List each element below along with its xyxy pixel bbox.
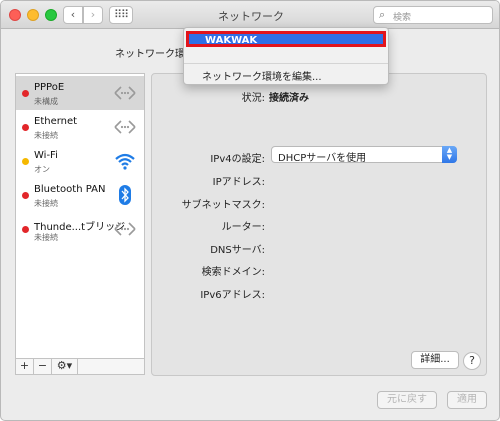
revert-button[interactable]: 元に戻す (377, 391, 437, 409)
service-status: 未接続 (34, 131, 58, 140)
ipv4-config-value: DHCPサーバを使用 (278, 153, 367, 164)
location-menu-item-wakwak[interactable]: WAKWAK (186, 31, 386, 47)
service-list[interactable]: PPPoE 未構成 Ethernet 未接続 Wi-Fi オン Bluetoot… (15, 73, 145, 359)
remove-service-button[interactable]: − (34, 359, 52, 374)
edit-locations-menu-item[interactable]: ネットワーク環境を編集... (202, 68, 322, 83)
ethernet-arrows-icon (114, 222, 136, 236)
ip-address-label: IPアドレス: (212, 177, 265, 188)
advanced-button[interactable]: 詳細... (411, 351, 459, 369)
service-status: 未接続 (34, 233, 58, 242)
dns-server-label: DNSサーバ: (210, 245, 265, 256)
menu-separator (184, 63, 388, 64)
service-name: Bluetooth PAN (34, 184, 106, 195)
search-icon: ⌕ (379, 8, 386, 21)
status-dot-red (22, 192, 29, 199)
search-placeholder: 検索 (393, 13, 412, 23)
search-field[interactable]: ⌕ 検索 (373, 6, 493, 24)
menu-item-label: WAKWAK (205, 35, 258, 46)
add-service-button[interactable]: + (16, 359, 34, 374)
subnet-mask-label: サブネットマスク: (181, 200, 265, 211)
service-item-bluetooth-pan[interactable]: Bluetooth PAN 未接続 (16, 178, 144, 212)
search-domain-label: 検索ドメイン: (201, 267, 265, 278)
ethernet-arrows-icon (114, 120, 136, 134)
service-item-pppoe[interactable]: PPPoE 未構成 (16, 76, 144, 110)
service-name: PPPoE (34, 82, 65, 93)
status-dot-red (22, 226, 29, 233)
ipv4-config-popup[interactable]: DHCPサーバを使用 ▲ ▼ (271, 146, 457, 164)
status-label: 状況: (241, 93, 265, 104)
service-list-toolbar: + − ⚙▾ (15, 358, 145, 375)
status-value: 接続済み (269, 93, 309, 104)
wifi-icon (115, 153, 135, 170)
help-button[interactable]: ? (463, 352, 481, 370)
network-preferences-window: ‹ › ⠿⠿ ネットワーク ⌕ 検索 ネットワーク環境 ✓ 自動 PPPoE 未… (0, 0, 500, 421)
location-dropdown-menu: WAKWAK ネットワーク環境を編集... (183, 27, 389, 85)
service-name: Thunde...tブリッジ (34, 222, 126, 233)
service-status: 未構成 (34, 97, 58, 106)
service-status: オン (34, 165, 50, 174)
action-menu-button[interactable]: ⚙▾ (52, 359, 78, 374)
bluetooth-icon (119, 185, 131, 205)
ipv4-config-label: IPv4の設定: (210, 154, 265, 165)
ipv6-address-label: IPv6アドレス: (200, 290, 265, 301)
status-dot-red (22, 90, 29, 97)
ethernet-arrows-icon (114, 86, 136, 100)
status-dot-yellow (22, 158, 29, 165)
apply-button[interactable]: 適用 (447, 391, 487, 409)
service-status: 未接続 (34, 199, 58, 208)
router-label: ルーター: (221, 222, 265, 233)
service-item-thunderbolt-bridge[interactable]: Thunde...tブリッジ 未接続 (16, 212, 144, 246)
popup-stepper-icon: ▲ ▼ (442, 146, 457, 163)
service-item-wifi[interactable]: Wi-Fi オン (16, 144, 144, 178)
status-dot-red (22, 124, 29, 131)
service-name: Wi-Fi (34, 150, 58, 161)
titlebar: ‹ › ⠿⠿ ネットワーク ⌕ 検索 (1, 1, 499, 29)
service-name: Ethernet (34, 116, 78, 127)
service-item-ethernet[interactable]: Ethernet 未接続 (16, 110, 144, 144)
